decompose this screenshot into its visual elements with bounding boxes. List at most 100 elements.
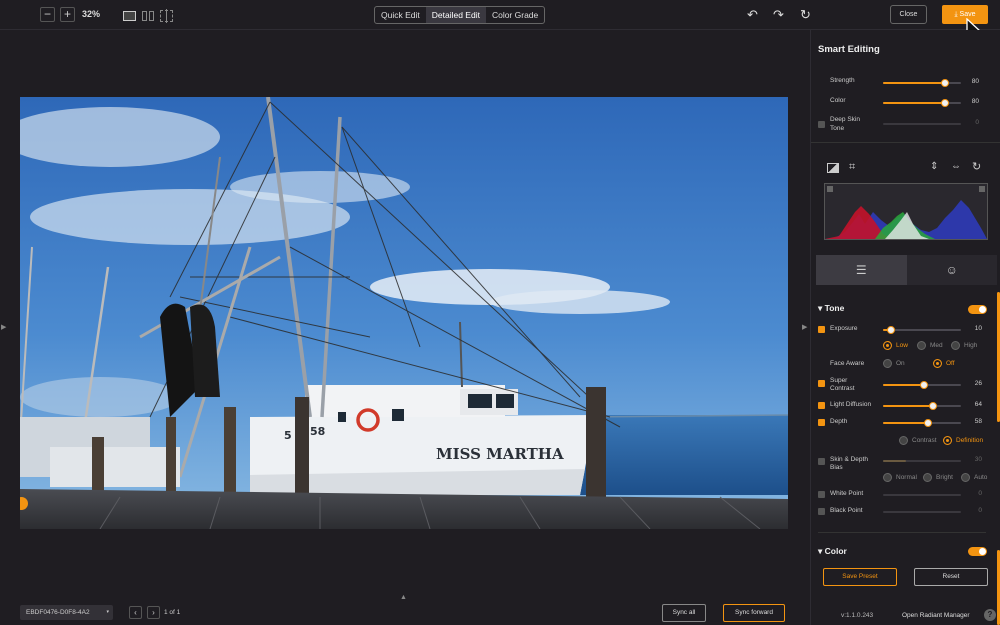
rotate-icon[interactable]: ↻ — [972, 160, 981, 173]
filename-label: EBDF0476-D0F8-4A2 — [26, 609, 90, 616]
deep-skin-tone-slider[interactable] — [883, 123, 961, 125]
prev-image-button[interactable]: ‹ — [129, 606, 142, 619]
exposure-low-radio[interactable]: Low — [883, 341, 908, 350]
right-panel-toggle-icon[interactable]: ▶ — [802, 323, 807, 331]
flip-vertical-icon[interactable]: ⇕ — [930, 161, 938, 172]
divider — [811, 142, 1000, 143]
white-point-checkbox[interactable] — [818, 491, 825, 498]
deep-skin-label: Deep Skin — [830, 116, 860, 123]
save-preset-button[interactable]: Save Preset — [823, 568, 897, 586]
filmstrip-toggle-icon[interactable]: ▲ — [400, 594, 407, 601]
sync-all-button[interactable]: Sync all — [662, 604, 706, 622]
tab-portrait[interactable]: ☺ — [906, 255, 997, 285]
zoom-in-button[interactable]: + — [60, 7, 75, 22]
depth-slider[interactable] — [883, 419, 961, 427]
next-image-button[interactable]: › — [147, 606, 160, 619]
page-info: 1 of 1 — [164, 609, 181, 616]
skin-auto-radio[interactable]: Auto — [961, 473, 987, 482]
filename-dropdown[interactable]: EBDF0476-D0F8-4A2 ▾ — [20, 605, 113, 620]
exposure-checkbox[interactable] — [818, 326, 825, 333]
super-contrast-slider[interactable] — [883, 381, 961, 389]
boat-photo: MISS MARTHA 5 58 — [20, 97, 788, 529]
black-point-slider[interactable] — [883, 511, 961, 513]
skin-depth-bias-checkbox[interactable] — [818, 458, 825, 465]
depth-contrast-radio[interactable]: Contrast — [899, 436, 937, 445]
exposure-high-radio[interactable]: High — [951, 341, 977, 350]
open-radiant-manager-link[interactable]: Open Radiant Manager — [902, 612, 970, 619]
strength-label: Strength — [830, 77, 855, 84]
super-contrast-label: Super — [830, 377, 848, 384]
collapse-arrow-icon: ▾ — [818, 303, 825, 313]
exposure-slider[interactable] — [883, 326, 961, 334]
tab-detailed-edit[interactable]: Detailed Edit — [425, 7, 486, 23]
photo-preview[interactable]: MISS MARTHA 5 58 — [20, 97, 788, 529]
collapse-arrow-icon: ▾ — [818, 546, 825, 556]
white-point-label: White Point — [830, 490, 864, 497]
depth-checkbox[interactable] — [818, 419, 825, 426]
face-aware-off-radio[interactable]: Off — [933, 359, 955, 368]
face-icon: ☺ — [945, 263, 958, 277]
skin-depth-bias-value: 30 — [974, 456, 982, 463]
side-by-side-view-icon[interactable] — [142, 11, 154, 21]
close-button[interactable]: Close — [890, 5, 927, 24]
depth-label: Depth — [830, 418, 848, 425]
super-contrast-checkbox[interactable] — [818, 380, 825, 387]
tab-color-grade[interactable]: Color Grade — [486, 7, 544, 23]
light-diffusion-checkbox[interactable] — [818, 402, 825, 409]
super-contrast-value: 26 — [974, 380, 982, 387]
highlight-clip-indicator[interactable] — [979, 186, 985, 192]
strength-slider[interactable] — [883, 79, 961, 87]
tone-title: Tone — [824, 303, 845, 313]
black-point-checkbox[interactable] — [818, 508, 825, 515]
color-slider[interactable] — [883, 99, 961, 107]
reset-all-icon[interactable]: ↻ — [800, 8, 811, 21]
undo-icon[interactable]: ↶ — [747, 8, 758, 21]
dropdown-caret-icon: ▾ — [106, 609, 109, 615]
face-aware-on-radio[interactable]: On — [883, 359, 905, 368]
zoom-level: 32% — [82, 9, 101, 19]
image-icon[interactable] — [827, 163, 839, 173]
tone-section-header[interactable]: ▾ Tone — [818, 303, 844, 314]
exposure-value: 10 — [974, 325, 982, 332]
exposure-med-radio[interactable]: Med — [917, 341, 943, 350]
light-diffusion-slider[interactable] — [883, 402, 961, 410]
deep-skin-tone-checkbox[interactable] — [818, 121, 825, 128]
sliders-icon: ☰ — [855, 263, 867, 277]
tab-quick-edit[interactable]: Quick Edit — [375, 7, 426, 23]
skin-normal-radio[interactable]: Normal — [883, 473, 917, 482]
boat-name-text: MISS MARTHA — [436, 445, 564, 463]
zoom-out-button[interactable]: − — [40, 7, 55, 22]
save-label: Save — [959, 11, 976, 18]
skin-bright-radio[interactable]: Bright — [923, 473, 953, 482]
skin-depth-bias-slider[interactable] — [883, 460, 961, 462]
color-section-title: Color — [824, 546, 847, 556]
sync-forward-button[interactable]: Sync forward — [723, 604, 785, 622]
depth-definition-radio[interactable]: Definition — [943, 436, 983, 445]
redo-icon[interactable]: ↷ — [773, 8, 784, 21]
white-point-slider[interactable] — [883, 494, 961, 496]
color-toggle[interactable] — [968, 547, 987, 556]
reset-button[interactable]: Reset — [914, 568, 988, 586]
version-label: v:1.1.0.243 — [841, 612, 874, 619]
tone-toggle[interactable] — [968, 305, 987, 314]
flip-horizontal-icon[interactable]: ⇔ — [951, 161, 961, 172]
face-aware-label: Face Aware — [830, 360, 865, 367]
black-point-value: 0 — [978, 507, 982, 514]
single-view-icon[interactable] — [123, 11, 136, 21]
super-contrast-label-2: Contrast — [830, 385, 855, 392]
panel-tabs: ☰ ☺ — [816, 255, 997, 285]
divider — [818, 532, 986, 533]
tab-adjustments[interactable]: ☰ — [816, 255, 907, 285]
top-toolbar: − + 32% Quick Edit Detailed Edit Color G… — [0, 0, 1000, 41]
split-view-icon[interactable] — [160, 9, 173, 23]
color-section-header[interactable]: ▾ Color — [818, 546, 847, 557]
white-point-value: 0 — [978, 490, 982, 497]
light-diffusion-value: 64 — [974, 401, 982, 408]
skin-depth-label: Skin & Depth — [830, 456, 868, 463]
shadow-clip-indicator[interactable] — [827, 186, 833, 192]
left-panel-toggle-icon[interactable]: ▶ — [1, 323, 6, 331]
black-point-label: Black Point — [830, 507, 863, 514]
crop-icon[interactable]: ⌗ — [849, 161, 855, 174]
deep-skin-tone-value: 0 — [975, 119, 979, 126]
help-icon[interactable]: ? — [984, 609, 996, 621]
